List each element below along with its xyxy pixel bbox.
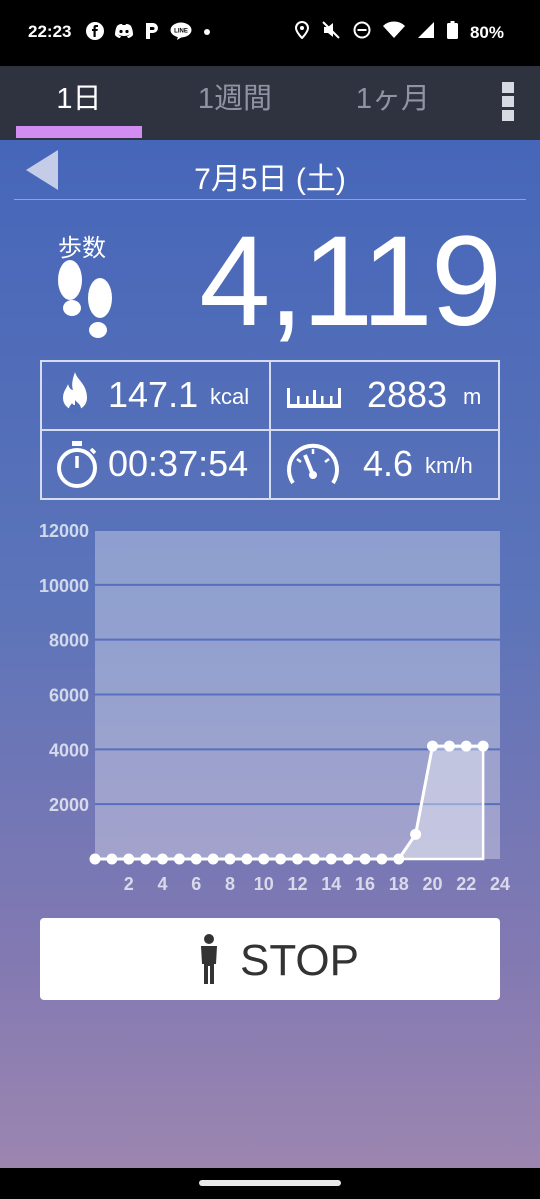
speed-value: 4.6 bbox=[363, 443, 414, 484]
distance-value: 2883 bbox=[367, 374, 448, 415]
overflow-menu-icon[interactable] bbox=[502, 82, 514, 122]
data-point bbox=[224, 853, 236, 865]
stats-grid: 147.1 kcal 2883 m 00:37:54 4.6 km/h bbox=[40, 360, 500, 500]
home-handle[interactable] bbox=[199, 1180, 341, 1186]
stop-button[interactable]: STOP bbox=[40, 918, 500, 1000]
x-tick-label: 20 bbox=[422, 874, 442, 894]
data-point bbox=[427, 740, 438, 752]
calories-stat: 147.1 kcal bbox=[42, 362, 269, 428]
x-tick-label: 22 bbox=[456, 874, 476, 894]
speed-stat: 4.6 km/h bbox=[271, 431, 498, 497]
calories-value: 147.1 bbox=[108, 374, 199, 415]
time-stat: 00:37:54 bbox=[42, 431, 269, 497]
y-tick-label: 12000 bbox=[39, 521, 89, 541]
x-tick-label: 2 bbox=[124, 874, 134, 894]
data-point bbox=[292, 853, 303, 865]
data-point bbox=[157, 853, 168, 865]
y-tick-label: 8000 bbox=[49, 631, 89, 651]
tab-indicator bbox=[16, 126, 142, 138]
x-tick-label: 12 bbox=[287, 874, 307, 894]
y-tick-label: 2000 bbox=[49, 795, 89, 815]
data-point bbox=[190, 853, 202, 865]
ruler-icon bbox=[285, 384, 343, 417]
y-tick-label: 10000 bbox=[39, 576, 89, 596]
data-point bbox=[89, 853, 101, 865]
tab-week[interactable]: 1週間 bbox=[170, 66, 300, 136]
y-tick-label: 6000 bbox=[49, 686, 89, 706]
distance-unit: m bbox=[463, 384, 482, 409]
data-point bbox=[393, 853, 405, 865]
data-point bbox=[376, 853, 388, 865]
data-point bbox=[258, 853, 270, 865]
dnd-icon bbox=[353, 21, 371, 44]
data-point bbox=[241, 853, 253, 865]
battery-level: 80% bbox=[469, 22, 504, 42]
data-point bbox=[123, 853, 135, 865]
chart-svg: 120001000080006000400020002 4 6 8 10 12 14 16 18… bbox=[39, 521, 510, 894]
dot-icon bbox=[202, 22, 212, 44]
data-point bbox=[410, 828, 422, 840]
y-tick-label: 4000 bbox=[49, 740, 89, 760]
x-tick-label: 24 bbox=[490, 874, 510, 894]
data-point bbox=[477, 740, 489, 752]
status-bar: 22:23 LINE 80% bbox=[0, 0, 540, 66]
date-header: 7月5日 (土) bbox=[14, 140, 526, 200]
x-tick-label: 6 bbox=[191, 874, 201, 894]
data-point bbox=[325, 853, 337, 865]
steps-count: 4,119 bbox=[199, 210, 502, 353]
hourly-steps-chart: 12000 10000 8000 6000 4000 2000 2 4 6 8 10 12 14 16 18… bbox=[0, 520, 540, 900]
date-label: 7月5日 (土) bbox=[194, 163, 346, 196]
svg-text:LINE: LINE bbox=[174, 29, 188, 35]
mute-icon bbox=[321, 21, 341, 44]
discord-icon bbox=[114, 22, 134, 44]
system-nav-bar bbox=[0, 1168, 540, 1199]
x-tick-label: 14 bbox=[321, 874, 341, 894]
distance-stat: 2883 m bbox=[271, 362, 498, 428]
p-icon bbox=[144, 22, 160, 44]
x-tick-label: 18 bbox=[389, 874, 409, 894]
data-point bbox=[275, 853, 287, 865]
data-point bbox=[342, 853, 354, 865]
battery-icon bbox=[446, 21, 458, 44]
wifi-icon bbox=[382, 21, 405, 44]
system-icons: 80% bbox=[294, 20, 504, 44]
time-value: 00:37:54 bbox=[108, 443, 249, 484]
speed-unit: km/h bbox=[425, 453, 473, 478]
status-time: 22:23 bbox=[28, 22, 72, 41]
stopwatch-icon bbox=[54, 441, 100, 494]
calories-unit: kcal bbox=[210, 384, 250, 409]
data-point bbox=[106, 853, 118, 865]
facebook-icon bbox=[86, 22, 104, 44]
signal-icon bbox=[417, 21, 435, 44]
x-tick-label: 16 bbox=[355, 874, 375, 894]
data-point bbox=[443, 740, 455, 752]
x-tick-label: 8 bbox=[225, 874, 235, 894]
line-icon: LINE bbox=[170, 22, 192, 44]
stop-button-label: STOP bbox=[240, 936, 360, 985]
footprints-icon bbox=[54, 258, 118, 342]
tab-month[interactable]: 1ヶ月 bbox=[330, 66, 456, 136]
speedometer-icon bbox=[285, 441, 341, 494]
person-icon bbox=[198, 934, 220, 989]
data-point bbox=[173, 853, 185, 865]
data-point bbox=[359, 853, 371, 865]
location-icon bbox=[294, 20, 309, 44]
x-tick-label: 4 bbox=[157, 874, 167, 894]
data-point bbox=[460, 740, 472, 752]
data-point bbox=[207, 853, 219, 865]
data-point bbox=[308, 853, 320, 865]
notification-icons: LINE bbox=[86, 22, 212, 44]
x-tick-label: 10 bbox=[254, 874, 274, 894]
flame-icon bbox=[56, 370, 94, 425]
data-point bbox=[140, 853, 152, 865]
main-panel: 7月5日 (土) 歩数 4,119 147.1 kcal 2883 m 00:3… bbox=[0, 140, 540, 1168]
